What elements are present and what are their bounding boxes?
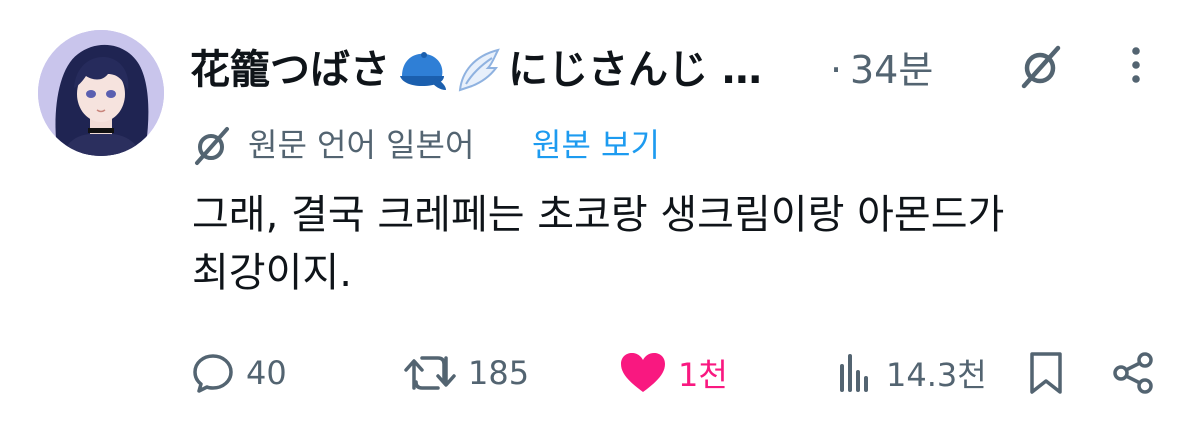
like-button[interactable]: 1천 [618,345,728,401]
more-vertical-icon[interactable] [1124,44,1148,90]
post-text-line: 그래, 결국 크레페는 초코랑 생크림이랑 아몬드가 [192,192,1005,238]
grok-icon[interactable] [1018,44,1064,90]
reply-count: 40 [246,354,287,392]
share-button[interactable] [1110,345,1156,401]
bookmark-button[interactable] [1026,345,1066,401]
repost-icon [404,356,456,390]
avatar[interactable] [38,30,164,156]
show-original-link[interactable]: 원본 보기 [532,120,660,170]
bookmark-icon [1030,352,1062,394]
like-count: 1천 [678,356,728,394]
post-text-line: 최강이지. [192,250,352,296]
blue-cap-emoji [400,52,446,90]
author-name-suffix[interactable]: にじさんじ … [508,44,762,96]
action-bar: 40 185 1천 14.3천 [0,345,1200,401]
repost-button[interactable]: 185 [402,345,529,401]
share-icon [1113,352,1153,394]
wing-emoji [458,48,500,92]
post-time[interactable]: 34분 [850,44,933,96]
translate-icon [195,127,229,165]
separator-dot: · [830,48,843,92]
author-name[interactable]: 花籠つばさ [190,44,390,96]
reply-button[interactable]: 40 [190,345,287,401]
views-chart-icon [840,354,868,392]
reply-icon [193,354,233,393]
repost-count: 185 [468,354,530,392]
translation-note: 원문 언어 일본어 [248,126,475,164]
views-button[interactable]: 14.3천 [836,345,987,401]
heart-icon [621,353,665,392]
post-text: 그래, 결국 크레페는 초코랑 생크림이랑 아몬드가 최강이지. [192,186,1132,302]
avatar-image [38,30,164,156]
views-count: 14.3천 [886,356,987,394]
